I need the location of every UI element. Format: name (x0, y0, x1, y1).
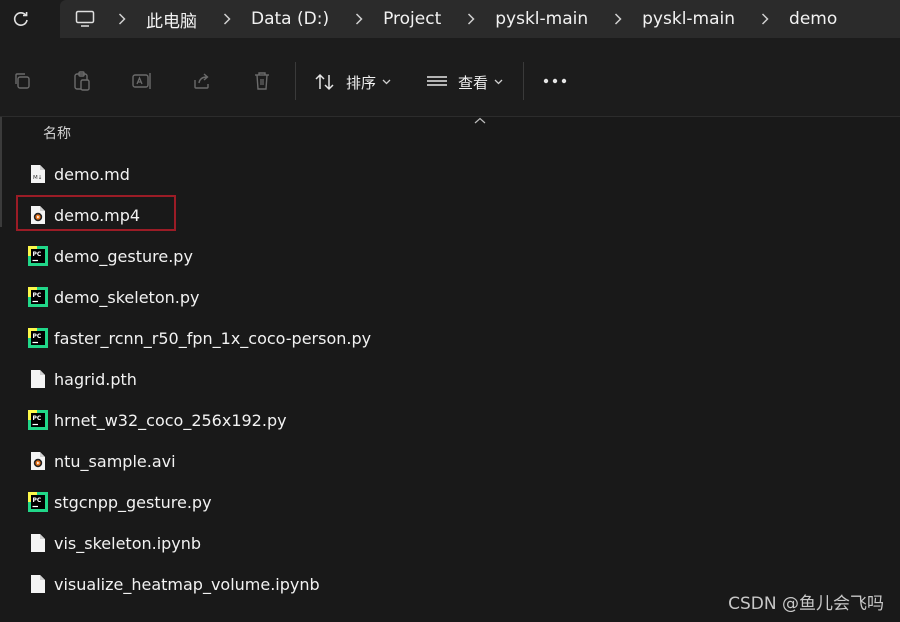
file-name: visualize_heatmap_volume.ipynb (54, 574, 320, 594)
column-divider (0, 117, 2, 227)
rename-icon (132, 73, 151, 89)
refresh-button[interactable] (8, 6, 34, 32)
toolbar-divider (523, 62, 524, 100)
this-pc-button[interactable] (74, 8, 96, 30)
file-name: vis_skeleton.ipynb (54, 533, 202, 553)
file-name: demo.mp4 (54, 205, 141, 225)
pycharm-file-icon: PC (28, 287, 48, 307)
breadcrumb-item[interactable]: pyskl-main (642, 9, 735, 29)
file-row[interactable]: PC demo_gesture.py (28, 239, 193, 273)
svg-text:PC: PC (33, 333, 42, 340)
share-button[interactable] (190, 69, 214, 93)
svg-text:M↓: M↓ (33, 174, 42, 181)
file-icon (31, 370, 45, 388)
file-type-icon: PC (28, 246, 48, 266)
copy-icon (15, 73, 30, 89)
rename-button[interactable] (130, 69, 154, 93)
toolbar-divider (295, 62, 296, 100)
svg-text:PC: PC (33, 251, 42, 258)
chevron-down-icon (382, 79, 391, 85)
file-type-icon: PC (28, 328, 48, 348)
file-name: stgcnpp_gesture.py (54, 492, 212, 512)
svg-text:PC: PC (33, 415, 42, 422)
breadcrumb[interactable]: 此电脑 Data (D:) Project pyskl-main pyskl-m… (60, 0, 900, 38)
pycharm-file-icon: PC (28, 492, 48, 512)
breadcrumb-item[interactable]: Data (D:) (251, 9, 329, 29)
chevron-right-icon[interactable] (221, 13, 233, 25)
view-list-icon (427, 76, 447, 86)
file-type-icon (28, 369, 48, 389)
more-icon (543, 78, 567, 84)
chevron-right-icon[interactable] (759, 13, 771, 25)
chevron-right-icon[interactable] (465, 13, 477, 25)
paste-icon (74, 71, 90, 91)
file-row[interactable]: hagrid.pth (28, 362, 137, 396)
file-row[interactable]: PC hrnet_w32_coco_256x192.py (28, 403, 287, 437)
file-type-icon (28, 574, 48, 594)
breadcrumb-item[interactable]: Project (383, 9, 441, 29)
pycharm-file-icon: PC (28, 410, 48, 430)
file-row[interactable]: demo.mp4 (28, 198, 140, 232)
video-file-icon (31, 452, 45, 470)
file-row[interactable]: PC stgcnpp_gesture.py (28, 485, 212, 519)
file-list: 名称 M↓ demo.md demo.mp4 PC demo_gesture.py PC d… (0, 117, 900, 622)
file-name: demo_gesture.py (54, 246, 193, 266)
file-name: demo_skeleton.py (54, 287, 200, 307)
file-type-icon (28, 205, 48, 225)
video-file-icon (31, 206, 45, 224)
file-type-icon: PC (28, 410, 48, 430)
sort-button[interactable]: 排序 (314, 68, 391, 96)
file-type-icon (28, 451, 48, 471)
file-row[interactable]: PC demo_skeleton.py (28, 280, 199, 314)
watermark: CSDN @鱼儿会飞吗 (728, 594, 884, 614)
paste-button[interactable] (70, 69, 94, 93)
breadcrumb-item[interactable]: 此电脑 (146, 7, 197, 32)
address-bar: 此电脑 Data (D:) Project pyskl-main pyskl-m… (0, 0, 900, 38)
svg-text:PC: PC (33, 292, 42, 299)
delete-icon (255, 72, 269, 90)
chevron-right-icon[interactable] (353, 13, 365, 25)
file-row[interactable]: PC faster_rcnn_r50_fpn_1x_coco-person.py (28, 321, 371, 355)
sort-icon (315, 73, 334, 91)
chevron-down-icon (494, 79, 503, 85)
file-name: hrnet_w32_coco_256x192.py (54, 410, 287, 430)
file-type-icon: M↓ (28, 164, 48, 184)
file-type-icon: PC (28, 287, 48, 307)
breadcrumb-item-current[interactable]: demo (789, 9, 837, 29)
pycharm-file-icon: PC (28, 328, 48, 348)
file-name: ntu_sample.avi (54, 451, 176, 471)
file-type-icon: PC (28, 492, 48, 512)
share-icon (194, 73, 209, 89)
refresh-icon (13, 12, 28, 26)
delete-button[interactable] (250, 69, 274, 93)
view-button[interactable]: 查看 (426, 68, 503, 96)
file-icon (31, 575, 45, 593)
file-row[interactable]: vis_skeleton.ipynb (28, 526, 201, 560)
monitor-icon (75, 10, 95, 27)
chevron-right-icon[interactable] (116, 13, 128, 25)
column-header-name[interactable]: 名称 (43, 123, 71, 143)
sort-ascending-icon (474, 117, 486, 124)
file-row[interactable]: M↓ demo.md (28, 157, 130, 191)
file-row[interactable]: visualize_heatmap_volume.ipynb (28, 567, 320, 601)
command-bar: 排序 查看 (0, 38, 900, 117)
file-name: demo.md (54, 164, 130, 184)
copy-button[interactable] (10, 69, 34, 93)
file-row[interactable]: ntu_sample.avi (28, 444, 176, 478)
file-name: faster_rcnn_r50_fpn_1x_coco-person.py (54, 328, 372, 348)
more-options-button[interactable] (542, 69, 568, 93)
file-icon (31, 534, 45, 552)
breadcrumb-item[interactable]: pyskl-main (495, 9, 588, 29)
view-label: 查看 (458, 73, 489, 92)
pycharm-file-icon: PC (28, 246, 48, 266)
sort-label: 排序 (346, 73, 377, 92)
svg-text:PC: PC (33, 497, 42, 504)
markdown-file-icon: M↓ (31, 165, 45, 183)
file-type-icon (28, 533, 48, 553)
file-name: hagrid.pth (54, 369, 137, 389)
chevron-right-icon[interactable] (612, 13, 624, 25)
